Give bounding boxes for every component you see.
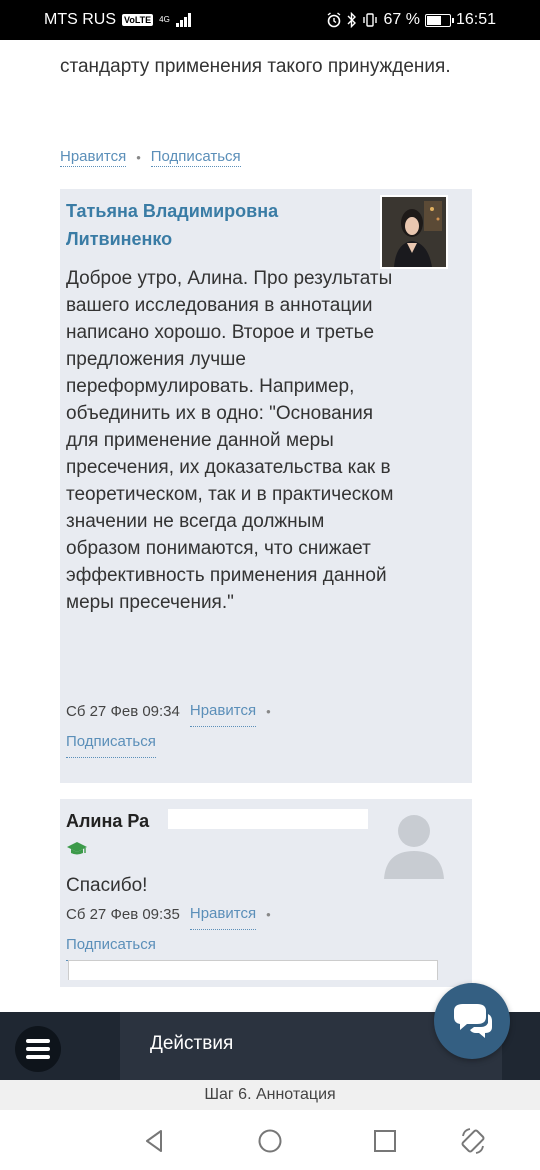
comment-meta: Сб 27 Фев 09:35 Нравится • Подписаться: [66, 899, 271, 961]
chat-button[interactable]: [434, 983, 510, 1059]
network-type: 4G: [159, 15, 170, 24]
rotate-icon[interactable]: [458, 1126, 488, 1156]
bluetooth-icon: [347, 12, 357, 28]
redaction-block: [168, 809, 368, 829]
avatar[interactable]: [380, 195, 448, 269]
comment-card: Татьяна Владимировна Литвиненко Доброе у…: [60, 189, 472, 783]
comment-card: Алина Ра Спасибо! Сб 27 Фев 09:35 Нравит…: [60, 799, 472, 987]
system-nav-bar: [0, 1110, 540, 1170]
step-title: Шаг 6. Аннотация: [0, 1080, 540, 1110]
hamburger-icon[interactable]: [15, 1026, 61, 1072]
vibrate-icon: [363, 13, 378, 27]
battery-percent: 67 %: [383, 11, 420, 28]
chat-bubbles-icon: [454, 1004, 492, 1038]
graduation-cap-icon: [67, 842, 87, 855]
comment-text: Доброе утро, Алина. Про результаты вашег…: [66, 268, 394, 613]
avatar[interactable]: [380, 805, 448, 879]
subscribe-link[interactable]: Подписаться: [66, 930, 156, 961]
subscribe-link[interactable]: Подписаться: [66, 727, 156, 758]
comment-meta: Сб 27 Фев 09:34 Нравится • Подписаться: [66, 696, 271, 758]
separator-dot: •: [266, 907, 271, 922]
separator-dot: •: [136, 150, 141, 165]
menu-button[interactable]: [0, 1012, 120, 1080]
alarm-icon: [328, 12, 341, 28]
comment-date: Сб 27 Фев 09:35: [66, 906, 180, 923]
like-link[interactable]: Нравится: [60, 148, 127, 167]
back-icon[interactable]: [142, 1128, 168, 1154]
clock: 16:51: [455, 11, 496, 28]
post-actions: Нравится • Подписаться: [60, 148, 241, 167]
subscribe-link[interactable]: Подписаться: [150, 148, 241, 167]
battery-icon: [424, 13, 454, 27]
volte-badge: VoLTE: [122, 14, 154, 26]
comment-text: Спасибо!: [66, 875, 148, 896]
post-text: стандарту применения такого принуждения.: [60, 56, 451, 77]
home-icon[interactable]: [257, 1128, 283, 1154]
discussion-content[interactable]: стандарту применения такого принуждения.…: [0, 40, 540, 1012]
separator-dot: •: [266, 704, 271, 719]
like-link[interactable]: Нравится: [189, 696, 257, 727]
reply-input-partial[interactable]: [68, 960, 438, 980]
carrier-name: MTS RUS: [44, 11, 116, 28]
comment-date: Сб 27 Фев 09:34: [66, 703, 180, 720]
signal-icon: [175, 13, 191, 27]
recents-icon[interactable]: [372, 1128, 398, 1154]
comment-author[interactable]: Татьяна Владимировна Литвиненко: [66, 197, 366, 253]
like-link[interactable]: Нравится: [189, 899, 257, 930]
status-bar: MTS RUS VoLTE 4G 67 % 16:51: [0, 0, 540, 40]
